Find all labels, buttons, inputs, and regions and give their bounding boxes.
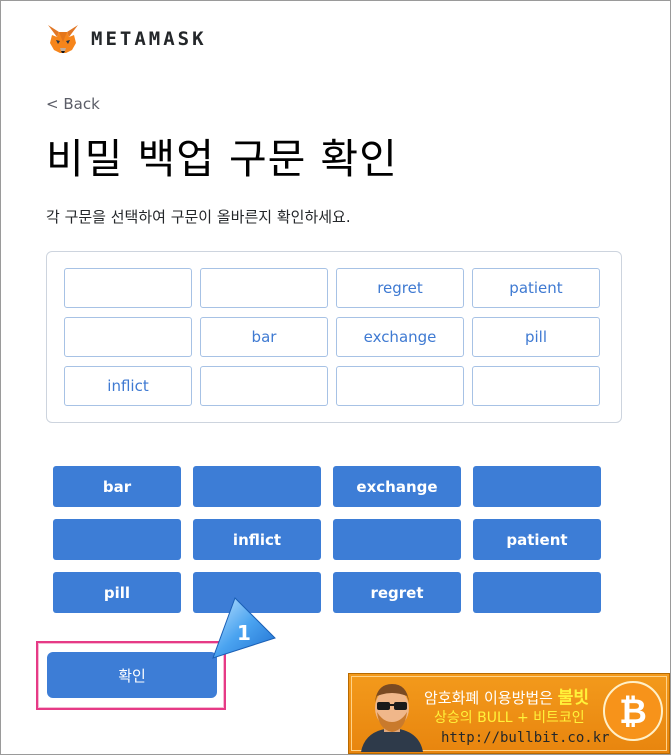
promo-banner[interactable]: 암호화폐 이용방법은 불빗 상승의 BULL + 비트코인 http://bul… [348,673,670,754]
phrase-slot[interactable] [200,366,328,406]
phrase-slot[interactable] [472,366,600,406]
callout-number: 1 [237,621,251,645]
phrase-slot[interactable]: exchange [336,317,464,357]
word-button[interactable]: exchange [333,466,461,507]
word-button[interactable] [193,466,321,507]
word-button[interactable] [473,572,601,613]
phrase-slot[interactable]: pill [472,317,600,357]
phrase-slot[interactable]: bar [200,317,328,357]
phrase-slot[interactable]: patient [472,268,600,308]
confirm-button[interactable]: 확인 [47,652,217,698]
back-link[interactable]: < Back [46,95,100,113]
phrase-slot[interactable] [64,268,192,308]
banner-headline: 암호화폐 이용방법은 불빗 [424,683,589,708]
bitcoin-icon: ₿ [603,681,663,741]
banner-url[interactable]: http://bullbit.co.kr [441,730,610,746]
phrase-slot[interactable]: inflict [64,366,192,406]
word-button[interactable] [53,519,181,560]
banner-headline-text: 암호화폐 이용방법은 [424,689,553,707]
page-title: 비밀 백업 구문 확인 [46,135,398,183]
phrase-slot[interactable] [336,366,464,406]
word-button[interactable]: patient [473,519,601,560]
phrase-slot[interactable] [64,317,192,357]
banner-subline: 상승의 BULL + 비트코인 [434,710,585,726]
avatar-illustration [361,684,423,752]
brand-name: METAMASK [91,28,207,50]
svg-text:₿: ₿ [619,692,647,732]
word-button[interactable]: pill [53,572,181,613]
word-button[interactable]: regret [333,572,461,613]
word-button[interactable] [473,466,601,507]
phrase-slot[interactable] [200,268,328,308]
word-button[interactable]: bar [53,466,181,507]
metamask-fox-icon [48,25,78,53]
selected-phrase-box: regret patient bar exchange pill inflict [46,251,622,423]
header: METAMASK [46,22,207,56]
word-button[interactable]: inflict [193,519,321,560]
phrase-slot[interactable]: regret [336,268,464,308]
banner-brand-highlight: 불빗 [557,688,590,708]
instructions-text: 각 구문을 선택하여 구문이 올바른지 확인하세요. [46,208,351,226]
word-button[interactable] [333,519,461,560]
step-callout-arrow: 1 [205,596,281,662]
